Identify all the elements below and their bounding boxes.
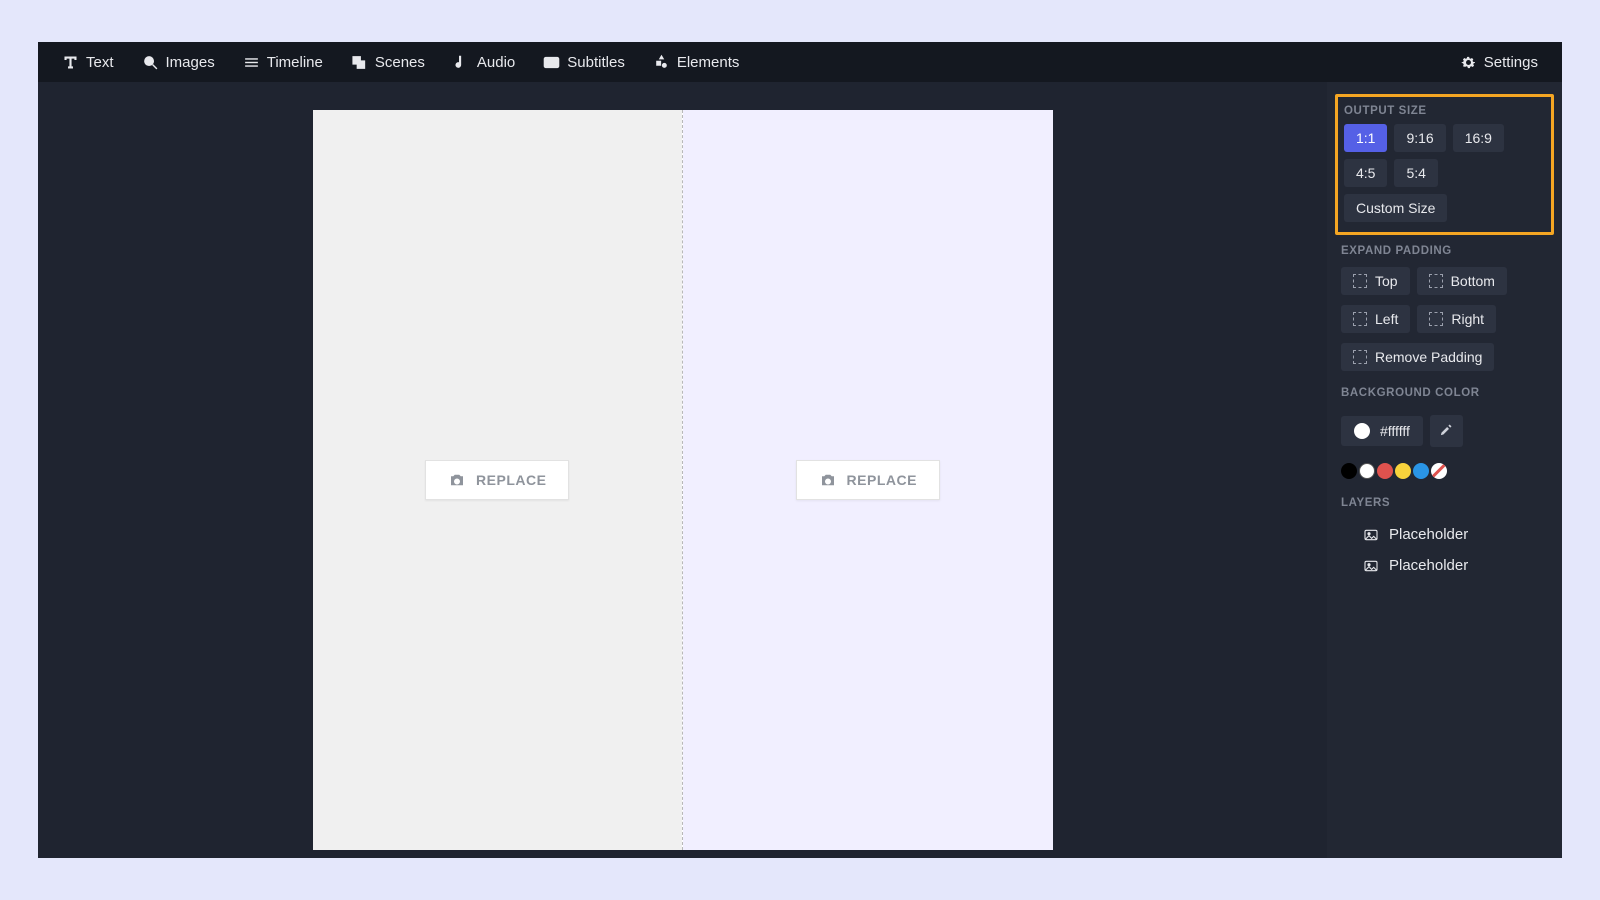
pad-right-label: Right	[1451, 312, 1484, 326]
background-hex-value: #ffffff	[1380, 423, 1410, 439]
editor-window: Text Images Timeline Scenes Audio Subtit…	[38, 42, 1562, 858]
remove-padding-button[interactable]: Remove Padding	[1341, 343, 1494, 371]
scenes-icon	[351, 54, 368, 71]
layer-item[interactable]: Placeholder	[1341, 550, 1548, 581]
remove-padding-label: Remove Padding	[1375, 350, 1482, 364]
swatch-black[interactable]	[1341, 463, 1357, 479]
ratio-4-5[interactable]: 4:5	[1344, 159, 1387, 187]
image-icon	[1363, 527, 1379, 543]
toolbar-text[interactable]: Text	[48, 42, 128, 82]
pad-left-button[interactable]: Left	[1341, 305, 1410, 333]
pad-left-label: Left	[1375, 312, 1398, 326]
replace-right-label: REPLACE	[847, 472, 917, 488]
layer-name: Placeholder	[1389, 526, 1468, 543]
toolbar-elements-label: Elements	[677, 54, 740, 71]
toolbar-audio-label: Audio	[477, 54, 515, 71]
workspace: REPLACE REPLACE OUTPUT SIZE 1:1 9:16	[38, 82, 1562, 858]
dashed-box-icon	[1353, 350, 1367, 364]
replace-button-left[interactable]: REPLACE	[425, 460, 569, 500]
layers-list: Placeholder Placeholder	[1341, 519, 1548, 581]
layer-item[interactable]: Placeholder	[1341, 519, 1548, 550]
toolbar-images-label: Images	[166, 54, 215, 71]
swatch-blue[interactable]	[1413, 463, 1429, 479]
toolbar-scenes-label: Scenes	[375, 54, 425, 71]
properties-sidebar: OUTPUT SIZE 1:1 9:16 16:9 4:5 5:4 Custom…	[1327, 82, 1562, 858]
pad-right-button[interactable]: Right	[1417, 305, 1496, 333]
background-hex-chip[interactable]: #ffffff	[1341, 416, 1423, 446]
eyedropper-icon	[1439, 422, 1454, 437]
dashed-box-icon	[1429, 274, 1443, 288]
toolbar-scenes[interactable]: Scenes	[337, 42, 439, 82]
toolbar-settings-label: Settings	[1484, 54, 1538, 71]
toolbar-subtitles[interactable]: Subtitles	[529, 42, 639, 82]
ratio-9-16[interactable]: 9:16	[1394, 124, 1445, 152]
audio-icon	[453, 54, 470, 71]
swatch-white[interactable]	[1359, 463, 1375, 479]
timeline-icon	[243, 54, 260, 71]
toolbar-timeline[interactable]: Timeline	[229, 42, 337, 82]
canvas-slot-left[interactable]: REPLACE	[313, 110, 683, 850]
replace-button-right[interactable]: REPLACE	[796, 460, 940, 500]
swatch-row	[1341, 463, 1548, 479]
main-toolbar: Text Images Timeline Scenes Audio Subtit…	[38, 42, 1562, 82]
elements-icon	[653, 54, 670, 71]
output-size-panel: OUTPUT SIZE 1:1 9:16 16:9 4:5 5:4 Custom…	[1335, 94, 1554, 235]
swatch-yellow[interactable]	[1395, 463, 1411, 479]
image-icon	[1363, 558, 1379, 574]
search-icon	[142, 54, 159, 71]
camera-icon	[819, 471, 837, 489]
canvas-slot-right[interactable]: REPLACE	[683, 110, 1053, 850]
ratio-1-1[interactable]: 1:1	[1344, 124, 1387, 152]
swatch-none[interactable]	[1431, 463, 1447, 479]
ratio-16-9[interactable]: 16:9	[1453, 124, 1504, 152]
pad-top-label: Top	[1375, 274, 1398, 288]
toolbar-audio[interactable]: Audio	[439, 42, 529, 82]
custom-size-button[interactable]: Custom Size	[1344, 194, 1447, 222]
swatch-red[interactable]	[1377, 463, 1393, 479]
toolbar-settings[interactable]: Settings	[1446, 42, 1552, 82]
ratio-5-4[interactable]: 5:4	[1394, 159, 1437, 187]
toolbar-images[interactable]: Images	[128, 42, 229, 82]
aspect-ratio-row: 1:1 9:16 16:9 4:5 5:4	[1344, 124, 1545, 187]
eyedropper-button[interactable]	[1430, 415, 1463, 447]
dashed-box-icon	[1353, 312, 1367, 326]
background-color-label: BACKGROUND COLOR	[1341, 387, 1548, 399]
dashed-box-icon	[1429, 312, 1443, 326]
pad-bottom-label: Bottom	[1451, 274, 1495, 288]
camera-icon	[448, 471, 466, 489]
pad-top-button[interactable]: Top	[1341, 267, 1410, 295]
expand-padding-label: EXPAND PADDING	[1341, 245, 1548, 257]
canvas-area: REPLACE REPLACE	[38, 82, 1327, 858]
dashed-box-icon	[1353, 274, 1367, 288]
toolbar-timeline-label: Timeline	[267, 54, 323, 71]
gear-icon	[1460, 54, 1477, 71]
toolbar-elements[interactable]: Elements	[639, 42, 754, 82]
toolbar-text-label: Text	[86, 54, 114, 71]
layers-label: LAYERS	[1341, 497, 1548, 509]
toolbar-subtitles-label: Subtitles	[567, 54, 625, 71]
text-icon	[62, 54, 79, 71]
subtitles-icon	[543, 54, 560, 71]
pad-bottom-button[interactable]: Bottom	[1417, 267, 1507, 295]
replace-left-label: REPLACE	[476, 472, 546, 488]
current-color-swatch	[1354, 423, 1370, 439]
output-size-label: OUTPUT SIZE	[1344, 105, 1545, 117]
layer-name: Placeholder	[1389, 557, 1468, 574]
canvas[interactable]: REPLACE REPLACE	[313, 110, 1053, 850]
